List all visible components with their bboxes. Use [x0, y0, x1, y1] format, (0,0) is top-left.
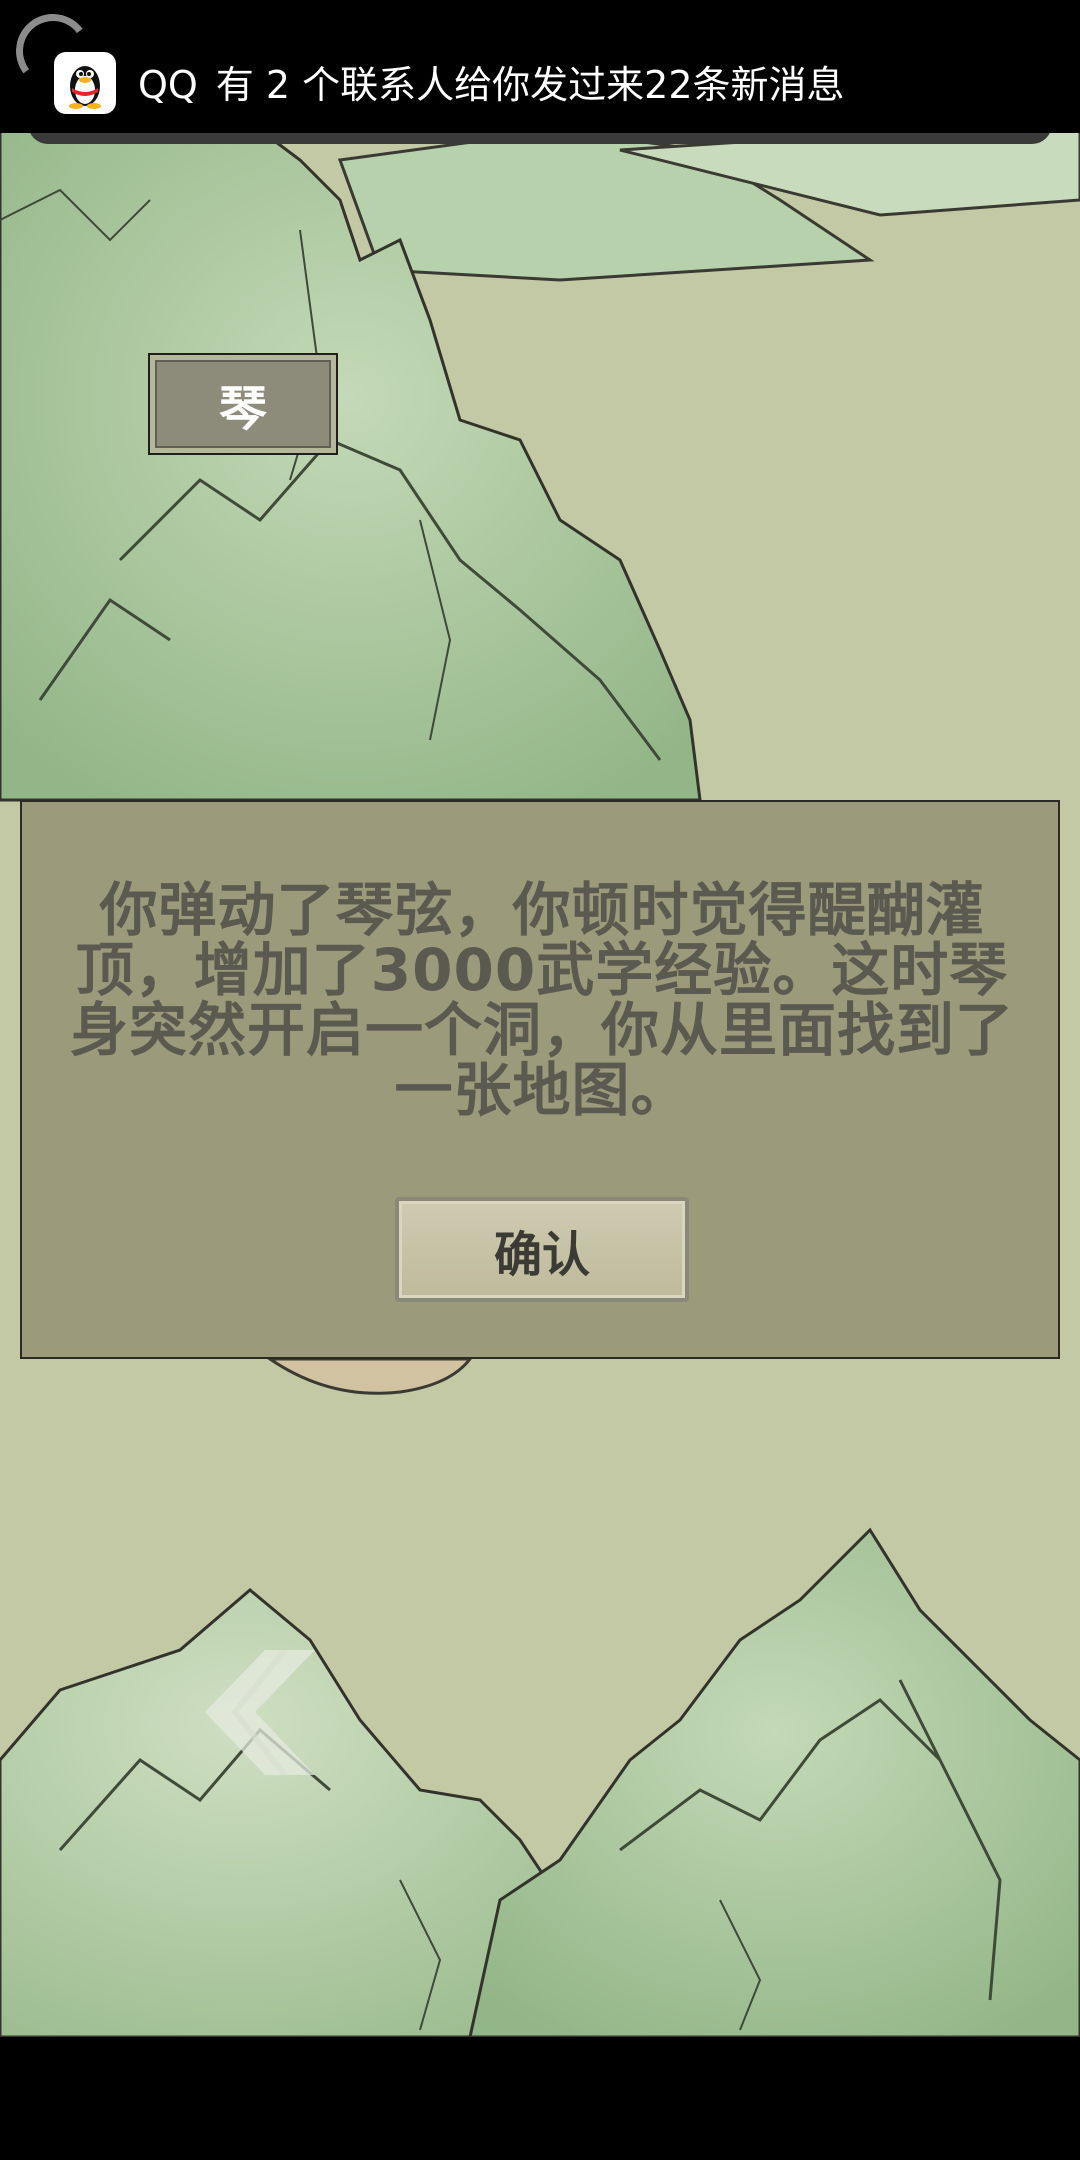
notification-app-name: QQ [138, 63, 198, 107]
notification-message: 有 2 个联系人给你发过来22条新消息 [215, 63, 845, 107]
back-arrow-icon[interactable] [205, 1650, 325, 1775]
dialog-message: 你弹动了琴弦，你顿时觉得醍醐灌顶，增加了3000武学经验。这时琴身突然开启一个洞… [69, 876, 1014, 1124]
qq-penguin-icon [54, 52, 116, 114]
notification-text: QQ 有 2 个联系人给你发过来22条新消息 [138, 58, 845, 112]
system-nav-bar [0, 2037, 1080, 2160]
qin-item-label: 琴 [155, 360, 331, 448]
event-dialog: 你弹动了琴弦，你顿时觉得醍醐灌顶，增加了3000武学经验。这时琴身突然开启一个洞… [20, 800, 1060, 1359]
qin-item-button[interactable]: 琴 [148, 353, 338, 455]
confirm-button[interactable]: 确认 [395, 1197, 689, 1302]
